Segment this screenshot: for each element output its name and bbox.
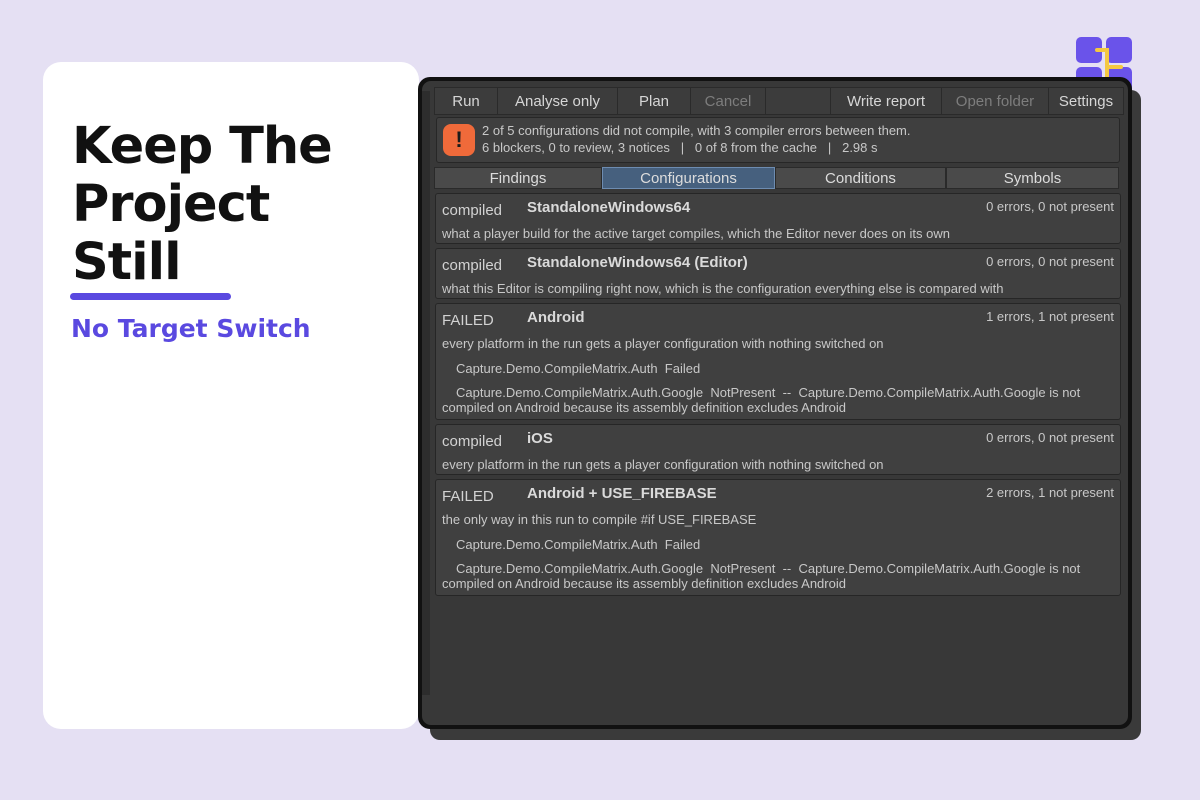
config-description: what this Editor is compiling right now,… bbox=[442, 281, 1004, 296]
config-description: what a player build for the active targe… bbox=[442, 226, 950, 241]
config-name: Android bbox=[527, 309, 585, 326]
config-state: compiled bbox=[442, 257, 503, 274]
summary-box: ! 2 of 5 configurations did not compile,… bbox=[436, 117, 1120, 163]
config-description: the only way in this run to compile #if … bbox=[442, 512, 757, 527]
headline-line: Still bbox=[72, 233, 182, 292]
toolbar: Run Analyse only Plan Cancel Write repor… bbox=[434, 87, 1124, 115]
configuration-card[interactable]: compiled iOS 0 errors, 0 not present eve… bbox=[435, 424, 1121, 475]
tab-symbols[interactable]: Symbols bbox=[946, 167, 1119, 189]
config-name: StandaloneWindows64 bbox=[527, 199, 691, 216]
settings-button[interactable]: Settings bbox=[1048, 87, 1124, 115]
config-count: 0 errors, 0 not present bbox=[986, 199, 1114, 214]
config-name: Android + USE_FIREBASE bbox=[527, 485, 717, 502]
config-description: every platform in the run gets a player … bbox=[442, 457, 884, 472]
config-detail: Capture.Demo.CompileMatrix.Auth Failed bbox=[456, 537, 701, 552]
configuration-card[interactable]: compiled StandaloneWindows64 0 errors, 0… bbox=[435, 193, 1121, 244]
configuration-card[interactable]: FAILED Android 1 errors, 1 not present e… bbox=[435, 303, 1121, 420]
config-count: 1 errors, 1 not present bbox=[986, 309, 1114, 324]
headline-underline bbox=[70, 293, 231, 300]
config-state: FAILED bbox=[442, 312, 494, 329]
config-count: 2 errors, 1 not present bbox=[986, 485, 1114, 500]
config-count: 0 errors, 0 not present bbox=[986, 254, 1114, 269]
headline: Keep The Project Still bbox=[72, 118, 402, 292]
config-detail: Capture.Demo.CompileMatrix.Auth Failed bbox=[456, 361, 701, 376]
warning-icon: ! bbox=[443, 124, 475, 156]
tab-findings[interactable]: Findings bbox=[434, 167, 602, 189]
configuration-card[interactable]: FAILED Android + USE_FIREBASE 2 errors, … bbox=[435, 479, 1121, 596]
editor-window: Run Analyse only Plan Cancel Write repor… bbox=[418, 77, 1132, 729]
config-name: StandaloneWindows64 (Editor) bbox=[527, 254, 748, 271]
config-state: compiled bbox=[442, 433, 503, 450]
tab-bar: Findings Configurations Conditions Symbo… bbox=[434, 167, 1120, 189]
tab-configurations[interactable]: Configurations bbox=[602, 167, 775, 189]
config-count: 0 errors, 0 not present bbox=[986, 430, 1114, 445]
config-detail: Capture.Demo.CompileMatrix.Auth.Google N… bbox=[442, 561, 1084, 591]
tab-conditions[interactable]: Conditions bbox=[775, 167, 946, 189]
headline-line: Keep The bbox=[72, 117, 333, 176]
summary-stats: 6 blockers, 0 to review, 3 notices | 0 o… bbox=[482, 140, 878, 155]
analyse-only-button[interactable]: Analyse only bbox=[497, 87, 618, 115]
run-button[interactable]: Run bbox=[434, 87, 498, 115]
config-state: compiled bbox=[442, 202, 503, 219]
headline-line: Project bbox=[72, 175, 270, 234]
config-description: every platform in the run gets a player … bbox=[442, 336, 884, 351]
open-folder-button[interactable]: Open folder bbox=[941, 87, 1049, 115]
subheadline: No Target Switch bbox=[71, 314, 311, 343]
write-report-button[interactable]: Write report bbox=[830, 87, 942, 115]
config-detail: Capture.Demo.CompileMatrix.Auth.Google N… bbox=[442, 385, 1084, 415]
config-state: FAILED bbox=[442, 488, 494, 505]
cancel-button[interactable]: Cancel bbox=[690, 87, 766, 115]
plan-button[interactable]: Plan bbox=[617, 87, 691, 115]
summary-line: 2 of 5 configurations did not compile, w… bbox=[482, 123, 911, 138]
configuration-card[interactable]: compiled StandaloneWindows64 (Editor) 0 … bbox=[435, 248, 1121, 299]
config-name: iOS bbox=[527, 430, 553, 447]
